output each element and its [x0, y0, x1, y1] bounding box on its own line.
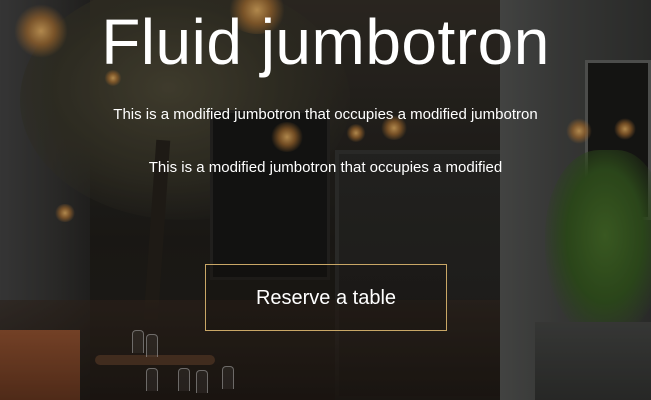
hero-lead-text-2: This is a modified jumbotron that occupi… — [148, 159, 503, 176]
hero-title: Fluid jumbotron — [101, 6, 550, 78]
hero-lead-text-1: This is a modified jumbotron that occupi… — [113, 106, 538, 123]
hero-jumbotron: Fluid jumbotron This is a modified jumbo… — [0, 0, 651, 400]
hero-content: Fluid jumbotron This is a modified jumbo… — [0, 0, 651, 400]
reserve-table-button[interactable]: Reserve a table — [205, 264, 447, 331]
